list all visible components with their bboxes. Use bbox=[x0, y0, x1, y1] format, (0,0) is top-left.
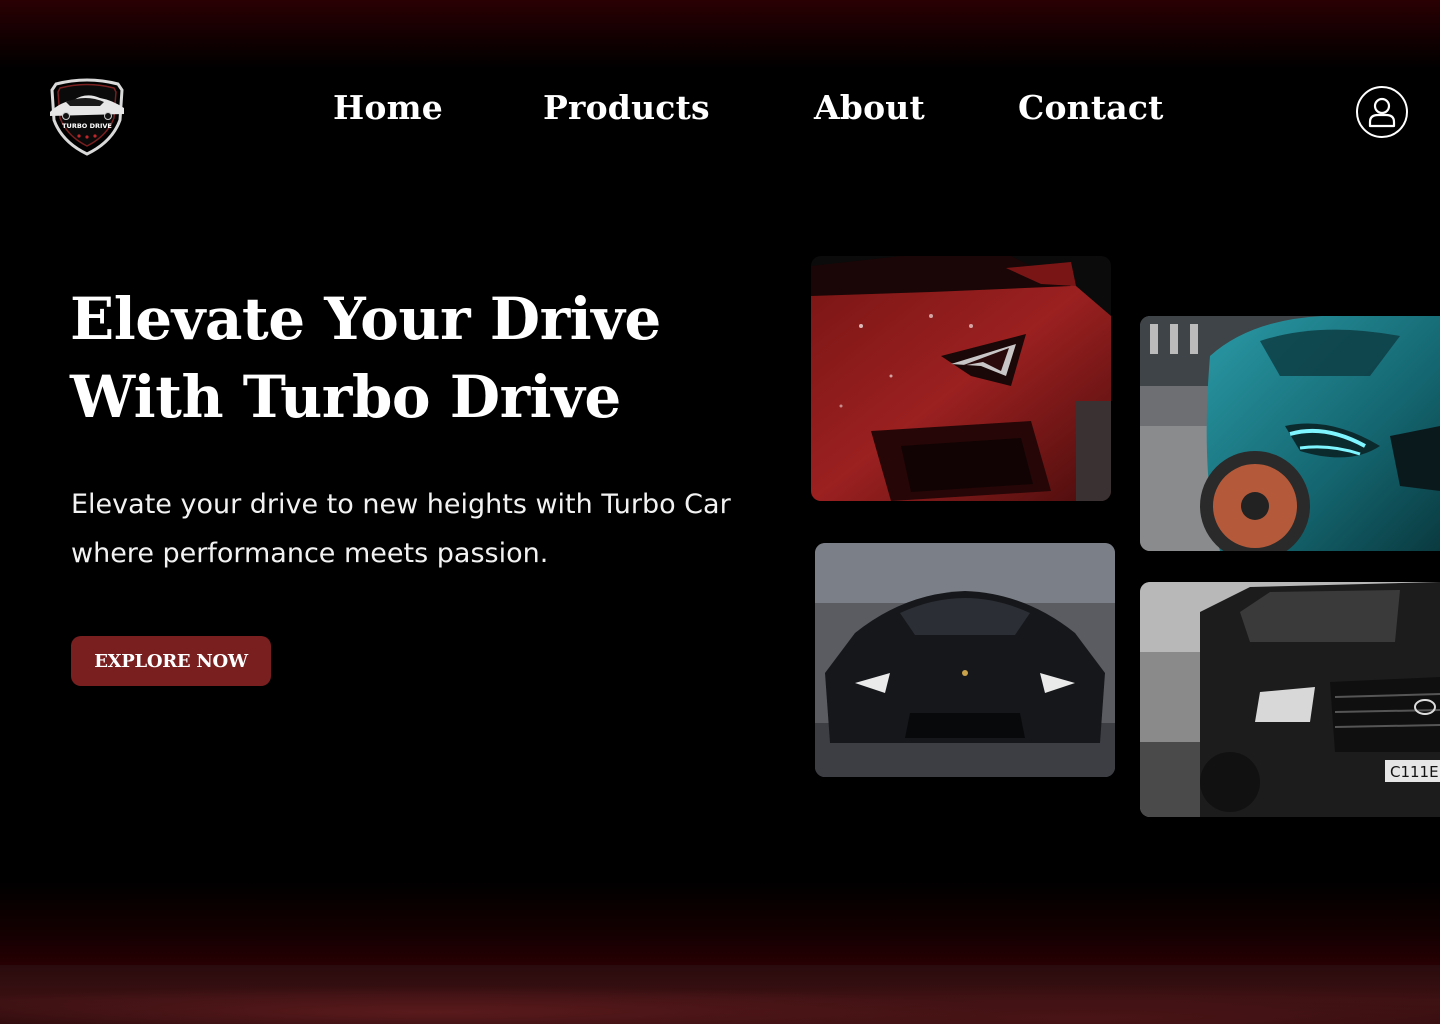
gallery-image-black-supercar[interactable] bbox=[815, 543, 1115, 777]
gallery-image-black-suv[interactable]: C111E bbox=[1140, 582, 1440, 817]
nav-contact-link[interactable]: Contact bbox=[1018, 86, 1164, 130]
user-account-button[interactable] bbox=[1356, 86, 1408, 138]
nav-about-link[interactable]: About bbox=[814, 86, 925, 130]
nav-products-link[interactable]: Products bbox=[543, 86, 710, 130]
hero-subtitle: Elevate your drive to new heights with T… bbox=[71, 480, 771, 578]
hero-subtitle-line-1: Elevate your drive to new heights with T… bbox=[71, 489, 731, 520]
top-glow bbox=[0, 0, 1440, 70]
license-plate-text: C111E bbox=[1390, 763, 1439, 781]
hero-title-line-1: Elevate Your Drive bbox=[70, 285, 661, 353]
hero-title-line-2: With Turbo Drive bbox=[70, 363, 621, 431]
nav-home-link[interactable]: Home bbox=[333, 86, 443, 130]
car-shield-logo-icon: TURBO DRIVE bbox=[50, 78, 124, 156]
explore-now-button[interactable]: EXPLORE NOW bbox=[71, 636, 271, 686]
logo-text: TURBO DRIVE bbox=[62, 122, 112, 130]
brand-logo[interactable]: TURBO DRIVE bbox=[46, 76, 128, 156]
hero-subtitle-line-2: where performance meets passion. bbox=[71, 538, 549, 569]
user-circle-icon bbox=[1368, 97, 1396, 128]
gallery-image-red-car[interactable] bbox=[811, 256, 1111, 501]
next-section-preview bbox=[0, 965, 1440, 1024]
hero-title: Elevate Your Drive With Turbo Drive bbox=[70, 280, 710, 436]
gallery-image-teal-car[interactable] bbox=[1140, 316, 1440, 551]
bottom-glow bbox=[0, 880, 1440, 970]
